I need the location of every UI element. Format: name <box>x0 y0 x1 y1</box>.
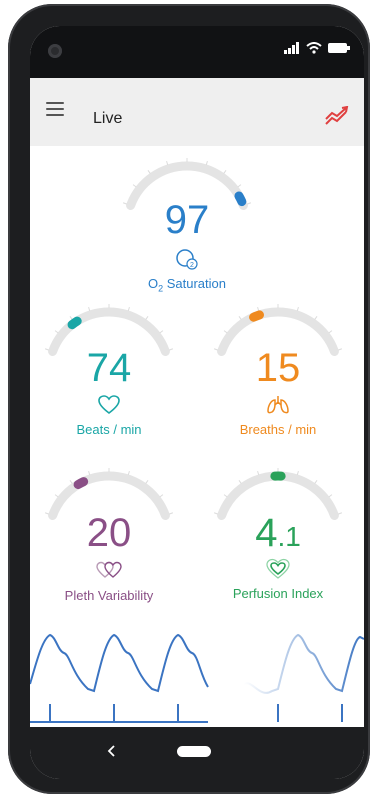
pleth-value: 20 <box>86 511 132 555</box>
status-icons <box>284 42 350 54</box>
o2-gauge-tick <box>223 170 227 174</box>
pleth-gauge-tick <box>127 470 130 476</box>
wifi-icon <box>306 42 322 54</box>
pleth-label: Pleth Variability <box>64 588 154 603</box>
o2-gauge-tick <box>237 184 242 188</box>
perfusion-value: 4.1 <box>208 511 348 556</box>
app-bar: Live <box>30 78 364 146</box>
breaths-gauge-tick <box>314 316 318 320</box>
pleth-variability-icon <box>96 561 122 578</box>
perfusion-label: Perfusion Index <box>232 586 324 601</box>
breaths-label: Breaths / min <box>239 422 317 437</box>
heart-icon <box>98 395 120 415</box>
trend-chart-icon[interactable] <box>324 106 350 128</box>
home-pill-icon[interactable] <box>177 746 211 757</box>
breaths-gauge-tick <box>238 316 242 320</box>
perfusion-value-decimal: .1 <box>277 521 301 552</box>
oxygen-o2-icon: 2 <box>176 249 198 270</box>
pleth-gauge-tick <box>88 470 91 476</box>
beats-gauge-tick <box>54 330 59 334</box>
o2-gauge-tick <box>166 160 169 166</box>
beats-gauge-tick <box>69 316 73 320</box>
beats-gauge-tick <box>88 306 91 312</box>
page-title: Live <box>93 110 123 127</box>
status-bar <box>30 26 364 78</box>
perfusion-gauge-tick <box>238 480 242 484</box>
pleth-variability-gauge: 20 Pleth Variability <box>39 466 179 616</box>
beats-gauge-tick <box>127 306 130 312</box>
pleth-waveform <box>30 619 364 727</box>
battery-icon <box>328 43 350 53</box>
hamburger-menu-icon[interactable] <box>46 102 68 120</box>
breaths-gauge-tick <box>223 330 228 334</box>
o2-gauge-tick <box>205 160 208 166</box>
perfusion-gauge-tick <box>314 480 318 484</box>
beats-gauge-tick <box>159 330 164 334</box>
pleth-gauge-indicator <box>73 477 89 490</box>
perfusion-gauge-tick <box>328 494 333 498</box>
beats-per-min-gauge: 74 Beats / min <box>39 302 179 447</box>
navigation-bar <box>30 727 364 779</box>
front-camera <box>48 44 62 58</box>
perfusion-index-gauge: 4.1 Perfusion Index <box>208 466 348 616</box>
breaths-per-min-gauge: 15 Breaths / min <box>208 302 348 447</box>
breaths-gauge-tick <box>257 306 260 312</box>
pleth-gauge-tick <box>54 494 59 498</box>
pleth-gauge-tick <box>145 480 149 484</box>
o2-gauge-tick <box>132 184 137 188</box>
perfusion-heart-icon <box>266 558 290 579</box>
beats-value: 74 <box>86 346 132 390</box>
o2-value: 97 <box>164 198 210 242</box>
o2-gauge-tick <box>147 170 151 174</box>
waveform-trace-left <box>30 633 209 723</box>
breaths-gauge-tick <box>296 306 299 312</box>
breaths-gauge-indicator <box>249 310 264 322</box>
back-chevron-icon[interactable] <box>100 739 124 763</box>
pleth-gauge-track <box>48 471 170 520</box>
lungs-icon <box>267 396 289 414</box>
phone-frame: Live 97 2 O2 Saturation 74 Beats / min 1… <box>8 4 370 794</box>
signal-icon <box>284 42 299 54</box>
beats-gauge-tick <box>145 316 149 320</box>
perfusion-gauge-tick <box>257 470 260 476</box>
perfusion-gauge-track <box>217 471 339 520</box>
o2-label: O2 Saturation <box>147 276 226 294</box>
perfusion-gauge-tick <box>296 470 299 476</box>
waveform-trace-right <box>243 633 364 723</box>
svg-text:2: 2 <box>190 262 194 269</box>
screen: Live 97 2 O2 Saturation 74 Beats / min 1… <box>30 26 364 779</box>
perfusion-gauge-tick <box>223 494 228 498</box>
pleth-gauge-tick <box>159 494 164 498</box>
pleth-gauge-tick <box>69 480 73 484</box>
breaths-value: 15 <box>255 346 301 390</box>
beats-label: Beats / min <box>76 422 142 437</box>
perfusion-value-main: 4 <box>255 511 278 555</box>
beats-gauge-indicator <box>67 316 82 330</box>
breaths-gauge-tick <box>328 330 333 334</box>
o2-saturation-gauge: 97 2 O2 Saturation <box>117 156 257 301</box>
